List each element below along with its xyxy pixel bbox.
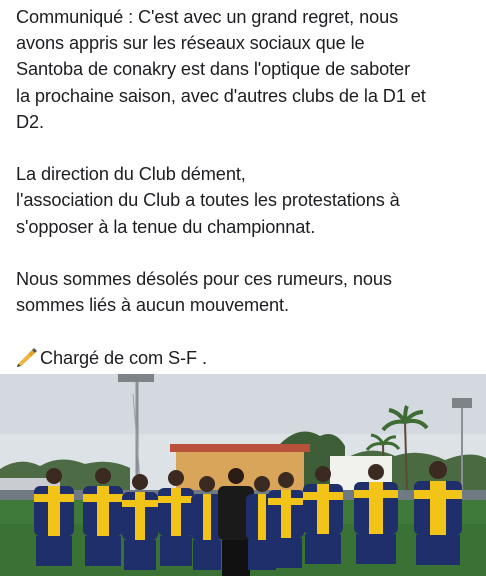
post-body: Communiqué : C'est avec un grand regret,…: [16, 4, 478, 371]
text-line: sommes liés à aucun mouvement.: [16, 295, 289, 316]
writing-hand-icon: [17, 347, 37, 367]
text-line: Nous sommes désolés pour ces rumeurs, no…: [16, 269, 392, 289]
text-line: l'association du Club a toutes les prote…: [16, 190, 400, 211]
text-line: s'opposer à la tenue du championnat.: [16, 216, 316, 237]
team-photo[interactable]: [0, 374, 486, 576]
post-paragraph-3: Nous sommes désolés pour ces rumeurs, no…: [16, 266, 478, 318]
text-line: la prochaine saison, avec d'autres clubs…: [16, 85, 426, 106]
post-paragraph-1: Communiqué : C'est avec un grand regret,…: [16, 4, 478, 135]
text-line: Santoba de conakry est dans l'optique de…: [16, 59, 411, 80]
post-paragraph-2: La direction du Club dément, l'associati…: [16, 161, 478, 240]
post-signature: Chargé de com S-F .: [16, 345, 478, 371]
signature-line: Chargé de com S-F .: [16, 345, 478, 371]
text-line: avons appris sur les réseaux sociaux que…: [16, 33, 365, 54]
team-photo-image: [0, 374, 486, 576]
signature-text: Chargé de com S-F .: [40, 347, 207, 368]
text-line: D2.: [16, 111, 45, 132]
text-line: Communiqué : C'est avec un grand regret,…: [16, 7, 399, 27]
text-line: La direction du Club dément,: [16, 164, 246, 185]
